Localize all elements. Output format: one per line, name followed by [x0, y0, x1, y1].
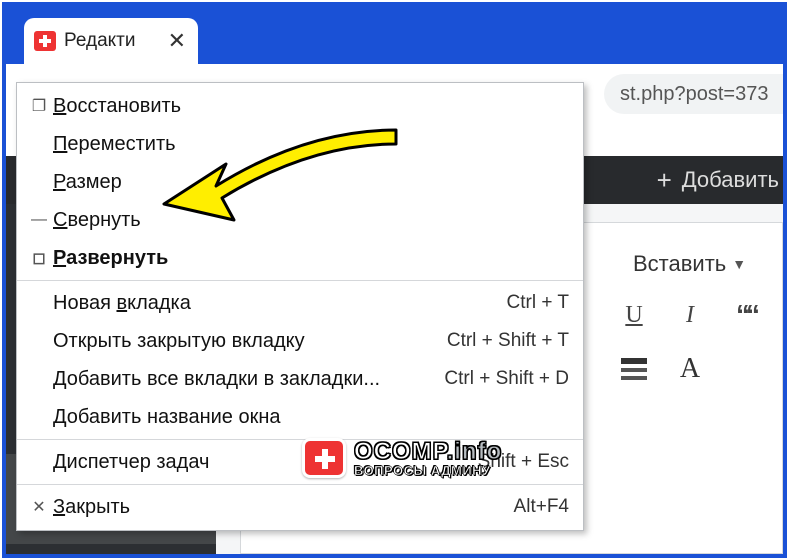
insert-dropdown[interactable]: Вставить ▼: [621, 243, 758, 285]
chevron-down-icon: ▼: [732, 256, 746, 272]
screenshot-frame: Редакти ✕ st.php?post=373 + Добавить Вст…: [2, 2, 787, 558]
menu-reopen-tab[interactable]: Открыть закрытую вкладку Ctrl + Shift + …: [17, 322, 583, 360]
address-bar[interactable]: st.php?post=373: [604, 74, 783, 114]
watermark-subtitle: ВОПРОСЫ АДМИНУ: [354, 464, 502, 477]
editor-toolbar-2: A: [621, 353, 703, 385]
watermark-badge-icon: [302, 438, 346, 478]
menu-separator: [17, 484, 583, 485]
favicon-medical-icon: [34, 31, 56, 51]
menu-new-tab[interactable]: Новая вкладка Ctrl + T: [17, 284, 583, 322]
editor-toolbar: U I ““: [621, 299, 759, 331]
watermark-tld: .info: [447, 438, 503, 465]
shortcut-label: Alt+F4: [514, 496, 569, 518]
menu-separator: [17, 280, 583, 281]
browser-tab[interactable]: Редакти ✕: [24, 18, 198, 64]
watermark-brand: OCOMP: [354, 438, 447, 465]
horizontal-rule-icon[interactable]: [621, 358, 647, 380]
add-new-label[interactable]: Добавить: [682, 167, 779, 193]
tab-title: Редакти: [64, 30, 158, 52]
tab-close-button[interactable]: ✕: [166, 28, 188, 54]
menu-name-window[interactable]: Добавить название окна: [17, 398, 583, 436]
menu-maximize[interactable]: ◻ Развернуть: [17, 239, 583, 277]
menu-minimize[interactable]: — Свернуть: [17, 201, 583, 239]
url-fragment: st.php?post=373: [620, 83, 768, 106]
shortcut-label: Ctrl + Shift + T: [447, 330, 569, 352]
tab-bar: Редакти ✕: [6, 6, 783, 64]
underline-icon[interactable]: U: [621, 302, 647, 329]
insert-label: Вставить: [633, 251, 726, 277]
menu-move[interactable]: Переместить: [17, 125, 583, 163]
menu-close[interactable]: ✕ Закрыть Alt+F4: [17, 488, 583, 526]
shortcut-label: Ctrl + Shift + D: [444, 368, 569, 390]
restore-icon: ❐: [25, 96, 53, 116]
watermark: OCOMP.info ВОПРОСЫ АДМИНУ: [302, 438, 502, 478]
italic-icon[interactable]: I: [677, 302, 703, 329]
menu-bookmark-all[interactable]: Добавить все вкладки в закладки... Ctrl …: [17, 360, 583, 398]
maximize-icon: ◻: [25, 248, 53, 268]
menu-restore[interactable]: ❐ Восстановить: [17, 87, 583, 125]
menu-size[interactable]: Размер: [17, 163, 583, 201]
minimize-icon: —: [25, 211, 53, 229]
shortcut-label: Ctrl + T: [507, 292, 569, 314]
plus-icon[interactable]: +: [657, 165, 672, 196]
text-color-icon[interactable]: A: [677, 353, 703, 385]
close-icon: ✕: [25, 497, 53, 517]
blockquote-icon[interactable]: ““: [733, 299, 759, 331]
